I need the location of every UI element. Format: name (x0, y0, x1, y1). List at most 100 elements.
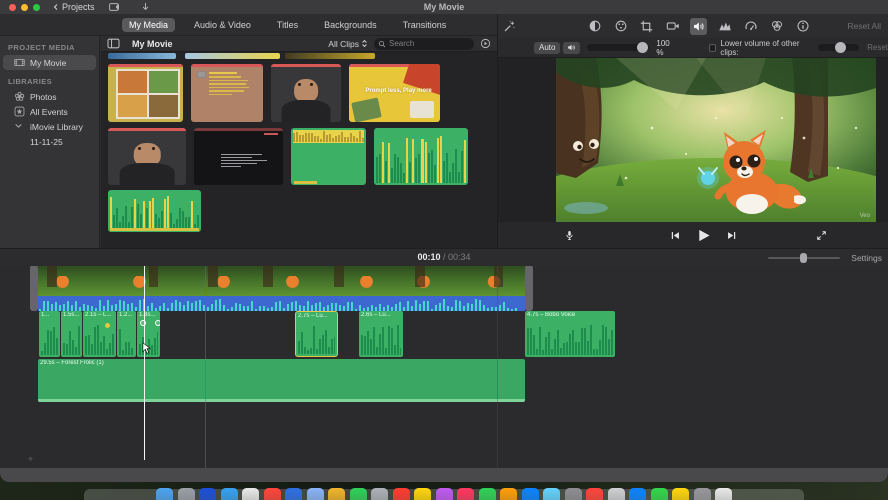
skip-forward-icon[interactable] (722, 227, 740, 243)
search-field[interactable] (374, 37, 474, 50)
lower-volume-knob[interactable] (834, 41, 846, 53)
enhance-wand-icon[interactable] (501, 18, 518, 35)
mute-speaker-icon[interactable] (563, 41, 581, 54)
timeline-settings-button[interactable]: Settings (851, 253, 882, 263)
dock-app-icon[interactable] (435, 488, 453, 500)
tab-my-media[interactable]: My Media (122, 17, 176, 32)
dock-app-icon[interactable] (371, 488, 388, 500)
playhead[interactable] (144, 266, 145, 460)
sidebar-item-label: All Events (30, 106, 68, 117)
dock-app-icon[interactable] (328, 488, 345, 500)
audio-waveform (298, 321, 335, 354)
reset-all-button[interactable]: Reset All (847, 21, 881, 31)
volume-reset-button[interactable]: Reset (867, 43, 888, 52)
crop-icon[interactable] (638, 18, 655, 35)
audio-clip[interactable]: 4.7s – Bobo Voice (525, 311, 615, 357)
media-thumbnail-audio-yellow-top[interactable] (291, 128, 366, 185)
panel-toggle-icon[interactable] (107, 38, 120, 49)
dock-app-icon[interactable] (285, 488, 302, 500)
dock-app-icon[interactable] (629, 488, 646, 500)
background-music-clip[interactable]: 29.5s – Forest Frolic (1) (38, 359, 525, 402)
sidebar-item-photos[interactable]: Photos (0, 89, 99, 104)
speed-icon[interactable] (742, 18, 759, 35)
dock-app-icon[interactable] (306, 488, 324, 500)
viewer-video-frame[interactable]: Veo (556, 58, 876, 222)
volume-icon[interactable] (690, 17, 707, 35)
play-icon[interactable] (694, 227, 712, 243)
fullscreen-expand-icon[interactable] (812, 227, 830, 243)
video-audio-waveform[interactable] (38, 296, 525, 311)
stabilization-icon[interactable] (664, 18, 681, 35)
dock-app-icon[interactable] (478, 488, 496, 500)
dock-app-icon[interactable] (607, 488, 625, 500)
dock-app-icon[interactable] (414, 488, 431, 500)
dock-app-icon[interactable] (650, 488, 668, 500)
volume-slider-knob[interactable] (637, 41, 649, 53)
dock-app-icon[interactable] (177, 488, 195, 500)
dock-app-icon[interactable] (457, 488, 474, 500)
media-thumbnail-webcam-person[interactable] (108, 128, 186, 185)
color-balance-icon[interactable] (586, 18, 603, 35)
noise-equalizer-icon[interactable] (716, 18, 733, 35)
fade-handle[interactable] (154, 320, 160, 326)
audio-clip[interactable]: 1.2... (117, 311, 136, 357)
dock-app-icon[interactable] (392, 488, 410, 500)
film-icon (14, 57, 25, 68)
media-thumbnail-slide-yellow[interactable]: Prompt less, Play more (349, 64, 440, 122)
audio-clip-selected[interactable]: 2.7s – Lu... (295, 311, 338, 357)
dock-app-icon[interactable] (263, 488, 281, 500)
tab-audio-video[interactable]: Audio & Video (187, 18, 258, 32)
media-thumbnail-audio-tall-waves[interactable] (374, 128, 468, 185)
info-icon[interactable] (794, 18, 811, 35)
media-thumbnail-webcam-person[interactable] (271, 64, 341, 122)
clip-trim-handle-left[interactable] (30, 266, 38, 311)
recents-clock-icon[interactable] (480, 38, 491, 49)
lower-volume-checkbox[interactable] (708, 43, 717, 52)
tab-titles[interactable]: Titles (270, 18, 305, 32)
color-correction-icon[interactable] (612, 18, 629, 35)
media-thumbnail-audio-waveform[interactable] (108, 190, 201, 232)
skip-back-icon[interactable] (666, 227, 684, 243)
dock[interactable] (148, 486, 740, 500)
dock-app-icon[interactable] (543, 488, 560, 500)
clip-filter-icon[interactable] (768, 18, 785, 35)
volume-slider[interactable] (587, 41, 650, 53)
media-thumbnail-screen-recording[interactable] (194, 128, 283, 185)
dock-app-icon[interactable] (220, 488, 238, 500)
dock-app-icon[interactable] (156, 488, 173, 500)
audio-clip[interactable]: 1... (39, 311, 60, 357)
pointer-hint-icon: ⌖ (28, 454, 34, 464)
dock-app-icon[interactable] (521, 488, 539, 500)
timeline-zoom-slider[interactable] (768, 253, 840, 263)
dock-app-icon[interactable] (672, 488, 689, 500)
audio-clip[interactable]: 2.1s – L... (83, 311, 116, 357)
all-clips-filter[interactable]: All Clips (328, 39, 368, 49)
search-input[interactable] (389, 39, 469, 48)
skimmer-line[interactable] (205, 266, 206, 468)
video-clip-filmstrip[interactable] (38, 266, 525, 296)
tab-transitions[interactable]: Transitions (396, 18, 454, 32)
dock-app-icon[interactable] (564, 488, 582, 500)
media-thumbnail-document-tan[interactable] (191, 64, 263, 122)
sidebar-item-11-11-25[interactable]: 11-11-25 (0, 134, 99, 149)
sidebar-item-all-events[interactable]: All Events (0, 104, 99, 119)
sidebar-item-my-movie[interactable]: My Movie (3, 55, 96, 70)
audio-clip[interactable]: 1.5s... (61, 311, 82, 357)
dock-app-icon[interactable] (693, 488, 711, 500)
dock-app-icon[interactable] (242, 488, 259, 500)
dock-app-icon[interactable] (349, 488, 367, 500)
sidebar-item-imovie-library[interactable]: iMovie Library (0, 119, 99, 134)
timeline-zoom-knob[interactable] (800, 253, 807, 263)
media-thumbnail-screenshot-grid[interactable] (108, 64, 183, 122)
dock-app-icon[interactable] (715, 488, 732, 500)
tab-backgrounds[interactable]: Backgrounds (317, 18, 384, 32)
auto-volume-button[interactable]: Auto (534, 41, 561, 54)
record-voiceover-mic-icon[interactable] (560, 227, 578, 243)
sidebar-item-label: iMovie Library (30, 121, 83, 132)
dock-app-icon[interactable] (199, 488, 216, 500)
audio-clip[interactable]: 2.6s – Lu... (359, 311, 403, 357)
dock-app-icon[interactable] (500, 488, 517, 500)
clip-trim-handle-right[interactable] (525, 266, 533, 311)
dock-app-icon[interactable] (586, 488, 603, 500)
lower-volume-slider[interactable] (817, 41, 860, 53)
